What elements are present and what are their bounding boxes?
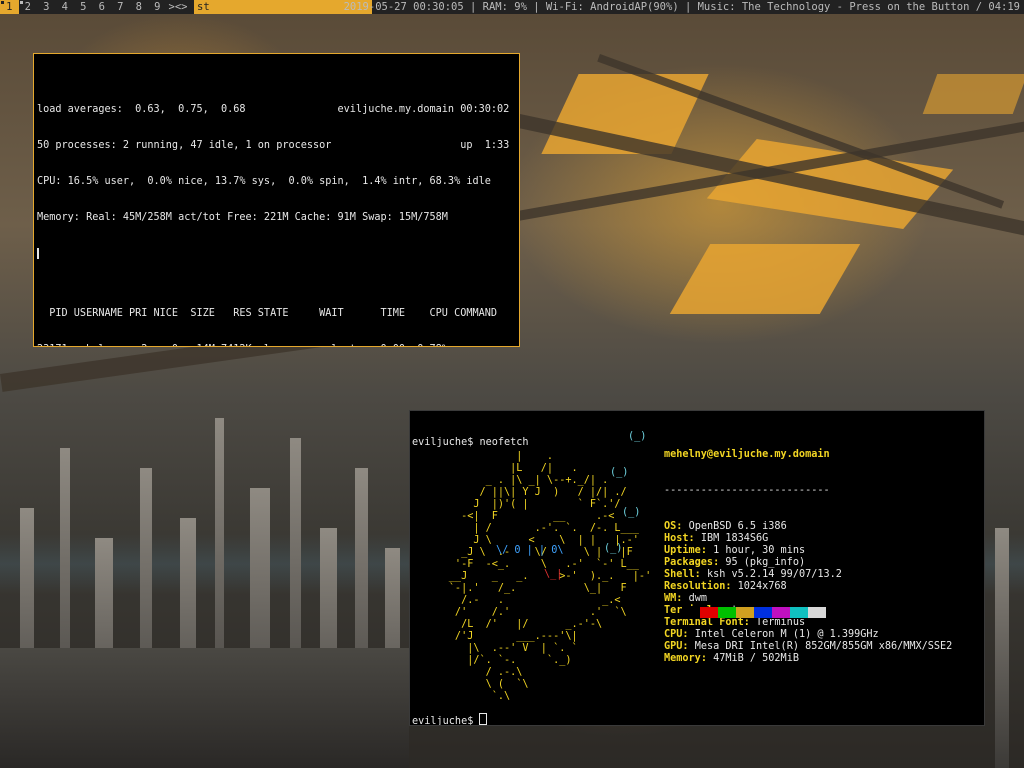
info-colon: : [676,521,689,532]
tag-1[interactable]: 1 [0,0,19,14]
tag-9[interactable]: 9 [148,0,167,14]
info-key: CPU [664,629,683,640]
palette-swatch [772,607,790,618]
bubble-icon: (_) [604,543,623,554]
info-row-os: OS: OpenBSD 6.5 i386 [664,521,952,533]
info-row-wm: WM: dwm [664,593,952,605]
bubble-icon: (_) [610,467,629,478]
info-row-cpu: CPU: Intel Celeron M (1) @ 1.399GHz [664,629,952,641]
tag-4[interactable]: 4 [56,0,75,14]
info-value: Terminus [756,617,806,628]
puffy-eyes-icon: \/ 0 | | 0\ [496,545,564,556]
palette-swatch [754,607,772,618]
info-separator: --------------------------- [664,485,830,496]
info-row-uptime: Uptime: 1 hour, 30 mins [664,545,952,557]
puffy-tongue-icon: \_| [544,569,563,580]
info-row-shell: Shell: ksh v5.2.14 99/07/13.2 [664,569,952,581]
info-colon: : [694,569,707,580]
info-row-memory: Memory: 47MiB / 502MiB [664,653,952,665]
info-colon: : [725,581,738,592]
info-colon: : [700,653,714,664]
palette-swatch [808,607,826,618]
shell-prompt[interactable]: eviljuche$ [412,713,488,726]
palette-swatch [736,607,754,618]
top-header: load averages: 0.63, 0.75, 0.68 eviljuch… [37,80,519,284]
color-palette [682,607,826,618]
palette-swatch [790,607,808,618]
tag-list: 123456789 [0,0,167,14]
top-input-line[interactable] [37,248,519,260]
info-value: OpenBSD 6.5 i386 [688,521,787,532]
info-key: GPU [664,641,683,652]
info-value: IBM 1834S6G [700,533,769,544]
user-host: mehelny@eviljuche.my.domain [664,449,830,460]
info-key: Host [664,533,689,544]
layout-indicator[interactable]: ><> [167,0,192,14]
process-row: 23171 mehelny 2 0 14M 7412K sleep select… [37,344,519,346]
info-row-packages: Packages: 95 (pkg_info) [664,557,952,569]
palette-swatch [718,607,736,618]
bubble-icon: (_) [628,431,647,442]
process-list: 23171 mehelny 2 0 14M 7412K sleep select… [37,344,519,346]
neofetch-terminal-window[interactable]: eviljuche$ neofetch | . |L /| . _ . |\ _… [409,410,985,726]
info-value: dwm [688,593,707,604]
info-colon: : [743,617,757,628]
info-row-host: Host: IBM 1834S6G [664,533,952,545]
info-key: WM [664,593,677,604]
info-colon: : [682,641,695,652]
tag-6[interactable]: 6 [93,0,112,14]
info-value: 95 (pkg_info) [725,557,806,568]
info-key: OS [664,521,677,532]
info-colon: : [682,629,695,640]
info-key: Shell [664,569,695,580]
top-processes-line: 50 processes: 2 running, 47 idle, 1 on p… [37,140,510,151]
tag-8[interactable]: 8 [130,0,149,14]
info-value: ksh v5.2.14 99/07/13.2 [706,569,842,580]
palette-swatch [682,607,700,618]
info-key: Memory [664,653,701,664]
top-load-line: load averages: 0.63, 0.75, 0.68 eviljuch… [37,104,510,115]
info-key: Terminal Font [664,617,744,628]
status-text: 2019-05-27 00:30:05 | RAM: 9% | Wi-Fi: A… [343,1,1020,13]
top-column-header: PID USERNAME PRI NICE SIZE RES STATE WAI… [37,308,498,319]
info-colon: : [700,545,714,556]
text-cursor [479,713,488,725]
info-value: 1 hour, 30 mins [713,545,806,556]
tag-5[interactable]: 5 [74,0,93,14]
status-bar: 1 2 3 4 5 6 7 8 9 ><> st 2019-05-27 00:30:05 | RA… [0,0,1024,14]
system-info: mehelny@eviljuche.my.domain ------------… [664,425,952,689]
info-key: Packages [664,557,714,568]
tag-7[interactable]: 7 [111,0,130,14]
info-colon: : [688,533,701,544]
prompt-text: eviljuche$ [412,716,480,726]
text-cursor [37,248,39,259]
top-terminal-window[interactable]: load averages: 0.63, 0.75, 0.68 eviljuch… [33,53,520,347]
palette-swatch [700,607,718,618]
top-cpu-line: CPU: 16.5% user, 0.0% nice, 13.7% sys, 0… [37,176,491,187]
info-key: Resolution [664,581,726,592]
top-memory-line: Memory: Real: 45M/258M act/tot Free: 221… [37,212,448,223]
tag-2[interactable]: 2 [19,0,38,14]
info-row-gpu: GPU: Mesa DRI Intel(R) 852GM/855GM x86/M… [664,641,952,653]
info-value: Intel Celeron M (1) @ 1.399GHz [694,629,879,640]
info-colon: : [713,557,726,568]
info-value: 1024x768 [737,581,787,592]
info-rows: OS: OpenBSD 6.5 i386 Host: IBM 1834S6G Upt… [664,521,952,665]
info-row-terminal-font: Terminal Font: Terminus [664,617,952,629]
info-key: Uptime [664,545,701,556]
info-value: 47MiB / 502MiB [713,653,799,664]
bubble-icon: (_) [622,507,641,518]
info-colon: : [676,593,689,604]
info-row-resolution: Resolution: 1024x768 [664,581,952,593]
info-value: Mesa DRI Intel(R) 852GM/855GM x86/MMX/SS… [694,641,953,652]
tag-3[interactable]: 3 [37,0,56,14]
